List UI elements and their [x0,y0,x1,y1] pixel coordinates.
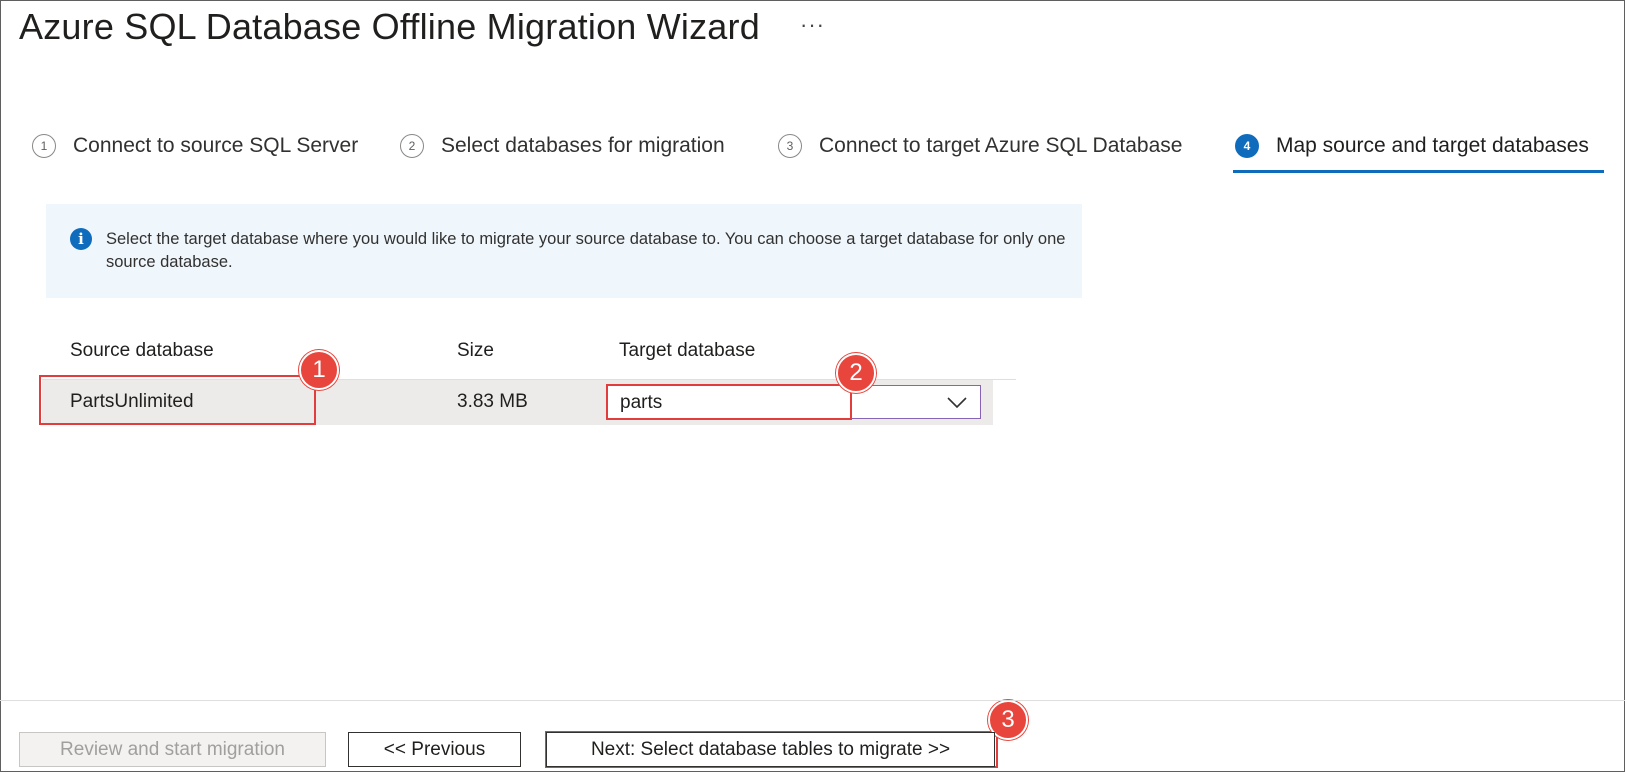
column-header-source: Source database [70,340,214,361]
info-icon: i [70,228,92,250]
step-map-databases[interactable]: 4 Map source and target databases [1235,132,1589,160]
chevron-down-icon [947,397,967,409]
review-start-migration-button[interactable]: Review and start migration [19,732,326,767]
step-number: 4 [1235,134,1259,158]
page-title: Azure SQL Database Offline Migration Wiz… [19,6,760,47]
more-options-icon[interactable]: ··· [800,12,825,38]
step-label: Map source and target databases [1276,134,1589,157]
column-header-size: Size [457,340,494,361]
previous-button[interactable]: << Previous [348,732,521,767]
step-label: Select databases for migration [441,134,725,157]
step-number: 1 [32,134,56,158]
callout-badge-2: 2 [836,353,876,393]
step-label: Connect to source SQL Server [73,134,359,157]
step-connect-target[interactable]: 3 Connect to target Azure SQL Database [778,132,1182,160]
step-number: 3 [778,134,802,158]
next-button[interactable]: Next: Select database tables to migrate … [546,732,995,767]
step-number: 2 [400,134,424,158]
step-label: Connect to target Azure SQL Database [819,134,1183,157]
callout-badge-1: 1 [299,350,339,390]
info-text: Select the target database where you wou… [106,230,1066,271]
step-connect-source[interactable]: 1 Connect to source SQL Server [32,132,358,160]
source-database-cell: PartsUnlimited [70,391,194,412]
target-database-dropdown[interactable]: parts [607,385,981,419]
size-cell: 3.83 MB [457,391,528,412]
step-select-databases[interactable]: 2 Select databases for migration [400,132,725,160]
target-database-value: parts [620,392,663,413]
active-step-indicator [1233,170,1604,173]
info-banner: i Select the target database where you w… [46,204,1082,298]
column-header-target: Target database [619,340,756,361]
footer-divider [0,700,1625,701]
